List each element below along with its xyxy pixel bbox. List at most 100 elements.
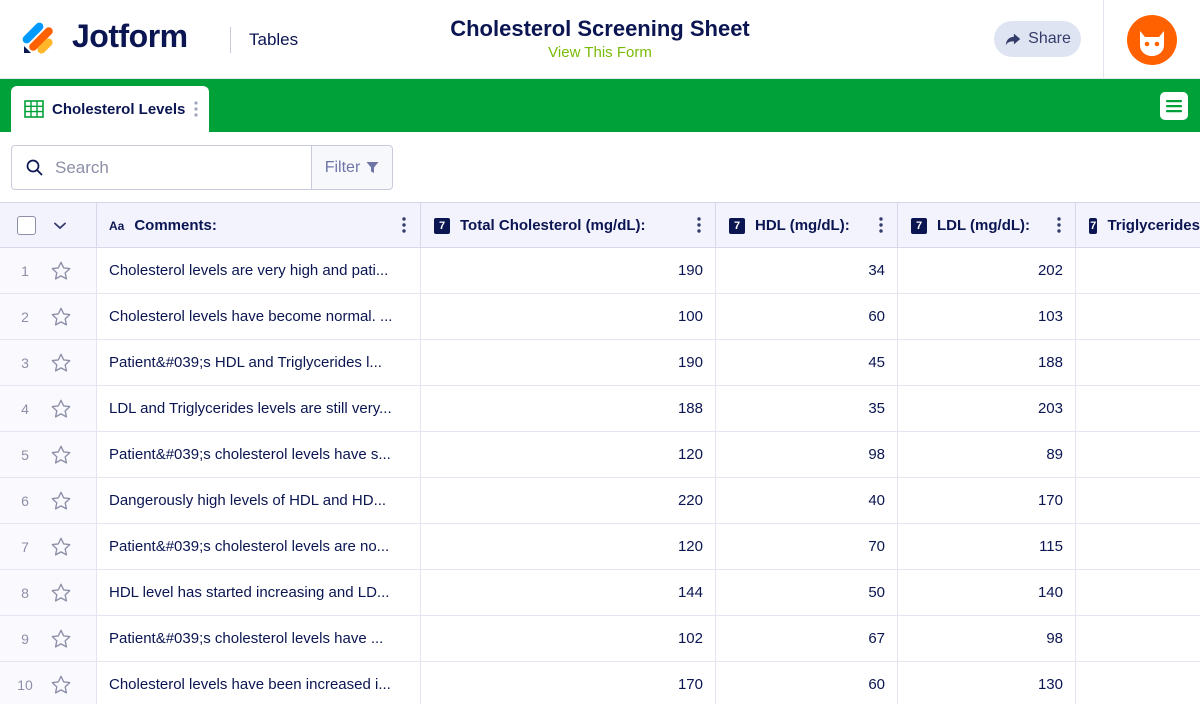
cell-comment[interactable]: Dangerously high levels of HDL and HD... (97, 478, 421, 523)
cell-hdl[interactable]: 45 (716, 340, 898, 385)
section-label[interactable]: Tables (249, 30, 298, 50)
cell-ldl[interactable]: 89 (898, 432, 1076, 477)
cell-total-cholesterol[interactable]: 220 (421, 478, 716, 523)
cell-total-cholesterol[interactable]: 190 (421, 340, 716, 385)
table-row[interactable]: 2 Cholesterol levels have become normal. … (0, 294, 1200, 340)
cell-ldl[interactable]: 170 (898, 478, 1076, 523)
comment-text: HDL level has started increasing and LD.… (109, 584, 390, 601)
star-icon[interactable] (50, 260, 72, 282)
cell-total-cholesterol[interactable]: 188 (421, 386, 716, 431)
cell-comment[interactable]: LDL and Triglycerides levels are still v… (97, 386, 421, 431)
tab-cholesterol-levels[interactable]: Cholesterol Levels (11, 86, 209, 132)
star-icon[interactable] (50, 490, 72, 512)
tab-more-icon[interactable] (194, 100, 198, 118)
column-header-ldl[interactable]: 7 LDL (mg/dL): (898, 203, 1076, 248)
column-header-hdl[interactable]: 7 HDL (mg/dL): (716, 203, 898, 248)
star-icon[interactable] (50, 628, 72, 650)
table-row[interactable]: 6 Dangerously high levels of HDL and HD..… (0, 478, 1200, 524)
search-input[interactable] (55, 157, 285, 178)
cell-ldl[interactable]: 140 (898, 570, 1076, 615)
table-row[interactable]: 4 LDL and Triglycerides levels are still … (0, 386, 1200, 432)
column-header-triglycerides[interactable]: 7 Triglycerides (1076, 203, 1200, 248)
table-row[interactable]: 3 Patient&#039;s HDL and Triglycerides l.… (0, 340, 1200, 386)
cell-total-cholesterol[interactable]: 100 (421, 294, 716, 339)
podo-mascot-icon (1140, 31, 1164, 56)
cell-ldl[interactable]: 203 (898, 386, 1076, 431)
cell-total-cholesterol[interactable]: 120 (421, 432, 716, 477)
column-menu-icon[interactable] (1057, 217, 1061, 233)
cell-ldl[interactable]: 202 (898, 248, 1076, 293)
filter-button[interactable]: Filter (311, 145, 393, 190)
star-icon[interactable] (50, 444, 72, 466)
view-form-link[interactable]: View This Form (400, 44, 800, 61)
row-number-cell: 9 (0, 616, 97, 661)
cell-comment[interactable]: Patient&#039;s cholesterol levels have s… (97, 432, 421, 477)
column-header-total-cholesterol[interactable]: 7 Total Cholesterol (mg/dL): (421, 203, 716, 248)
cell-comment[interactable]: Patient&#039;s cholesterol levels have .… (97, 616, 421, 661)
cell-triglycerides[interactable] (1076, 340, 1200, 385)
table-row[interactable]: 10 Cholesterol levels have been increased… (0, 662, 1200, 704)
cell-hdl[interactable]: 67 (716, 616, 898, 661)
cell-hdl[interactable]: 60 (716, 662, 898, 704)
cell-comment[interactable]: Cholesterol levels have been increased i… (97, 662, 421, 704)
column-menu-icon[interactable] (402, 217, 406, 233)
star-icon[interactable] (50, 674, 72, 696)
row-number-cell: 10 (0, 662, 97, 704)
cell-hdl[interactable]: 50 (716, 570, 898, 615)
cell-triglycerides[interactable] (1076, 294, 1200, 339)
chevron-down-icon[interactable] (54, 222, 66, 230)
cell-comment[interactable]: Cholesterol levels are very high and pat… (97, 248, 421, 293)
cell-comment[interactable]: Patient&#039;s HDL and Triglycerides l..… (97, 340, 421, 385)
cell-triglycerides[interactable] (1076, 524, 1200, 569)
cell-ldl[interactable]: 115 (898, 524, 1076, 569)
search-box[interactable] (11, 145, 312, 190)
column-menu-icon[interactable] (879, 217, 883, 233)
table-row[interactable]: 5 Patient&#039;s cholesterol levels have … (0, 432, 1200, 478)
star-icon[interactable] (50, 352, 72, 374)
cell-triglycerides[interactable] (1076, 570, 1200, 615)
select-all-checkbox[interactable] (17, 216, 36, 235)
table-row[interactable]: 9 Patient&#039;s cholesterol levels have … (0, 616, 1200, 662)
cell-triglycerides[interactable] (1076, 248, 1200, 293)
star-icon[interactable] (50, 536, 72, 558)
column-label: HDL (mg/dL): (755, 217, 850, 234)
cell-hdl[interactable]: 34 (716, 248, 898, 293)
cell-ldl[interactable]: 188 (898, 340, 1076, 385)
cell-hdl[interactable]: 40 (716, 478, 898, 523)
cell-comment[interactable]: Cholesterol levels have become normal. .… (97, 294, 421, 339)
cell-hdl[interactable]: 35 (716, 386, 898, 431)
cell-hdl[interactable]: 98 (716, 432, 898, 477)
table-row[interactable]: 7 Patient&#039;s cholesterol levels are n… (0, 524, 1200, 570)
table-menu-button[interactable] (1160, 92, 1188, 120)
jotform-logo[interactable]: Jotform (22, 18, 188, 55)
column-header-comments[interactable]: Aa Comments: (97, 203, 421, 248)
cell-total-cholesterol[interactable]: 190 (421, 248, 716, 293)
cell-triglycerides[interactable] (1076, 386, 1200, 431)
share-button[interactable]: Share (994, 21, 1081, 57)
cell-ldl[interactable]: 103 (898, 294, 1076, 339)
cell-triglycerides[interactable] (1076, 478, 1200, 523)
cell-total-cholesterol[interactable]: 102 (421, 616, 716, 661)
cell-total-cholesterol[interactable]: 144 (421, 570, 716, 615)
avatar[interactable] (1127, 15, 1177, 65)
star-icon[interactable] (50, 306, 72, 328)
cell-ldl[interactable]: 130 (898, 662, 1076, 704)
column-menu-icon[interactable] (697, 217, 701, 233)
cell-total-cholesterol[interactable]: 170 (421, 662, 716, 704)
star-icon[interactable] (50, 582, 72, 604)
cell-ldl[interactable]: 98 (898, 616, 1076, 661)
header-select-cell (0, 203, 97, 248)
cell-hdl[interactable]: 70 (716, 524, 898, 569)
cell-triglycerides[interactable] (1076, 432, 1200, 477)
cell-comment[interactable]: HDL level has started increasing and LD.… (97, 570, 421, 615)
table-row[interactable]: 8 HDL level has started increasing and LD… (0, 570, 1200, 616)
row-number-cell: 8 (0, 570, 97, 615)
cell-hdl[interactable]: 60 (716, 294, 898, 339)
cell-triglycerides[interactable] (1076, 662, 1200, 704)
page-title: Cholesterol Screening Sheet (450, 16, 750, 41)
cell-total-cholesterol[interactable]: 120 (421, 524, 716, 569)
cell-triglycerides[interactable] (1076, 616, 1200, 661)
star-icon[interactable] (50, 398, 72, 420)
table-row[interactable]: 1 Cholesterol levels are very high and pa… (0, 248, 1200, 294)
cell-comment[interactable]: Patient&#039;s cholesterol levels are no… (97, 524, 421, 569)
